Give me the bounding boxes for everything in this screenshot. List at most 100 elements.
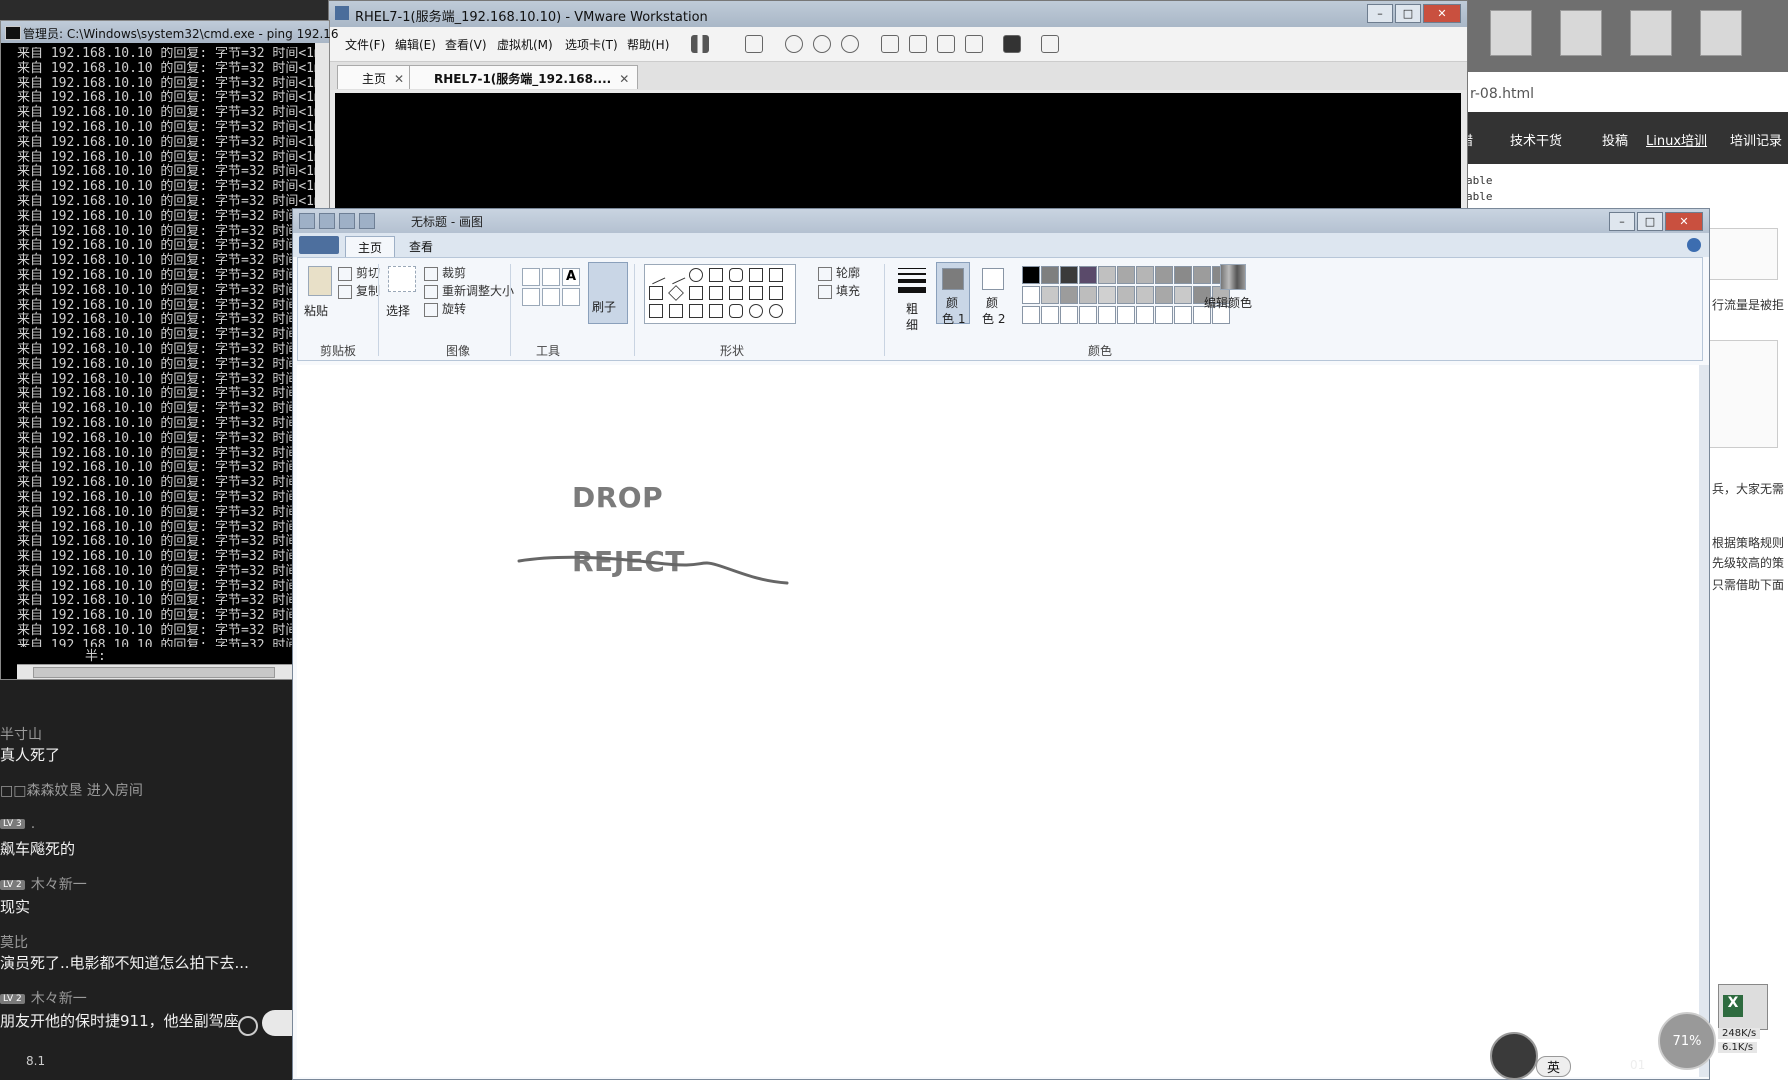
- nav-item[interactable]: 投稿: [1602, 130, 1628, 149]
- resize-button[interactable]: 重新调整大小: [424, 282, 514, 299]
- left-arrow-shape-icon[interactable]: [749, 286, 763, 300]
- right-arrow-shape-icon[interactable]: [729, 286, 743, 300]
- stretch-icon[interactable]: [1041, 35, 1059, 53]
- library-icon[interactable]: [881, 35, 899, 53]
- vertical-scrollbar[interactable]: [1699, 365, 1709, 1077]
- tab-home[interactable]: 主页 ✕: [337, 65, 414, 89]
- close-icon[interactable]: ✕: [619, 72, 629, 86]
- custom-color-swatch[interactable]: [1079, 306, 1097, 324]
- palette-color-swatch[interactable]: [1041, 286, 1059, 304]
- palette-color-swatch[interactable]: [1117, 286, 1135, 304]
- clipboard-icon[interactable]: [308, 266, 332, 296]
- ime-indicator[interactable]: 英: [1536, 1056, 1572, 1077]
- pause-icon[interactable]: [691, 35, 709, 53]
- desktop-file-icon[interactable]: [1630, 10, 1672, 56]
- redo-icon[interactable]: [359, 213, 375, 229]
- palette-color-swatch[interactable]: [1174, 266, 1192, 284]
- palette-color-swatch[interactable]: [1079, 266, 1097, 284]
- menu-tabs[interactable]: 选项卡(T): [565, 36, 618, 53]
- cloud-callout-shape-icon[interactable]: [769, 304, 783, 318]
- select-icon[interactable]: [388, 266, 416, 292]
- diamond-shape-icon[interactable]: [668, 285, 684, 301]
- emoji-icon[interactable]: [238, 1016, 258, 1036]
- palette-color-swatch[interactable]: [1060, 286, 1078, 304]
- chat-input[interactable]: [262, 1010, 296, 1036]
- oval-callout-shape-icon[interactable]: [749, 304, 763, 318]
- up-arrow-shape-icon[interactable]: [769, 286, 783, 300]
- network-meter[interactable]: 71%: [1658, 1012, 1716, 1070]
- tab-view[interactable]: 查看: [397, 236, 445, 257]
- minimize-button[interactable]: –: [1609, 212, 1635, 231]
- select-button[interactable]: 选择: [386, 302, 410, 319]
- revert-snapshot-icon[interactable]: [813, 35, 831, 53]
- send-keys-icon[interactable]: [745, 35, 763, 53]
- magnifier-icon[interactable]: [562, 288, 580, 306]
- cut-button[interactable]: 剪切: [338, 264, 380, 281]
- palette-color-swatch[interactable]: [1079, 286, 1097, 304]
- nav-item[interactable]: Linux培训: [1646, 130, 1707, 149]
- edit-colors-button[interactable]: 编辑颜色: [1204, 294, 1252, 311]
- paint-titlebar[interactable]: 无标题 - 画图 – □ ✕: [293, 209, 1709, 233]
- palette-color-swatch[interactable]: [1022, 286, 1040, 304]
- down-arrow-shape-icon[interactable]: [649, 304, 663, 318]
- curve-shape-icon[interactable]: [666, 265, 686, 285]
- palette-color-swatch[interactable]: [1193, 266, 1211, 284]
- four-point-star-shape-icon[interactable]: [669, 304, 683, 318]
- vm-console[interactable]: [335, 93, 1461, 209]
- undo-icon[interactable]: [339, 213, 355, 229]
- custom-color-swatch[interactable]: [1174, 306, 1192, 324]
- right-triangle-shape-icon[interactable]: [649, 286, 663, 300]
- console-icon[interactable]: [1003, 35, 1021, 53]
- pentagon-shape-icon[interactable]: [689, 286, 703, 300]
- menu-help[interactable]: 帮助(H): [627, 36, 669, 53]
- palette-color-swatch[interactable]: [1117, 266, 1135, 284]
- palette-color-swatch[interactable]: [1155, 286, 1173, 304]
- custom-color-swatch[interactable]: [1155, 306, 1173, 324]
- fill-button[interactable]: 填充: [818, 282, 860, 299]
- pencil-icon[interactable]: [522, 268, 540, 286]
- unity-icon[interactable]: [965, 35, 983, 53]
- outline-button[interactable]: 轮廓: [818, 264, 860, 281]
- copy-button[interactable]: 复制: [338, 282, 380, 299]
- tab-vm[interactable]: RHEL7-1(服务端_192.168.... ✕: [409, 65, 639, 89]
- snapshot-manager-icon[interactable]: [841, 35, 859, 53]
- fill-bucket-icon[interactable]: [542, 268, 560, 286]
- save-icon[interactable]: [319, 213, 335, 229]
- nav-item[interactable]: 培训记录: [1730, 130, 1782, 149]
- palette-color-swatch[interactable]: [1098, 266, 1116, 284]
- menu-file[interactable]: 文件(F): [345, 36, 385, 53]
- snapshot-icon[interactable]: [785, 35, 803, 53]
- custom-color-swatch[interactable]: [1117, 306, 1135, 324]
- palette-color-swatch[interactable]: [1136, 286, 1154, 304]
- desktop-file-icon[interactable]: [1700, 10, 1742, 56]
- polygon-shape-icon[interactable]: [749, 268, 763, 282]
- paste-button[interactable]: 粘贴: [304, 302, 328, 319]
- palette-color-swatch[interactable]: [1098, 286, 1116, 304]
- tab-home[interactable]: 主页: [345, 236, 396, 257]
- maximize-button[interactable]: □: [1395, 4, 1421, 23]
- crop-button[interactable]: 裁剪: [424, 264, 466, 281]
- color-picker-icon[interactable]: [542, 288, 560, 306]
- palette-color-swatch[interactable]: [1174, 286, 1192, 304]
- maximize-button[interactable]: □: [1637, 212, 1663, 231]
- five-point-star-shape-icon[interactable]: [689, 304, 703, 318]
- close-icon[interactable]: ✕: [394, 72, 404, 86]
- avatar[interactable]: [1490, 1032, 1538, 1080]
- palette-color-swatch[interactable]: [1136, 266, 1154, 284]
- horizontal-scrollbar[interactable]: [17, 664, 313, 679]
- eraser-icon[interactable]: [522, 288, 540, 306]
- custom-color-swatch[interactable]: [1098, 306, 1116, 324]
- fullscreen-icon[interactable]: [937, 35, 955, 53]
- edit-colors-icon[interactable]: [1220, 264, 1246, 290]
- thumbnail-icon[interactable]: [909, 35, 927, 53]
- nav-item[interactable]: 技术干货: [1510, 130, 1562, 149]
- menu-vm[interactable]: 虚拟机(M): [497, 36, 553, 53]
- desktop-excel-icon[interactable]: [1560, 10, 1602, 56]
- triangle-shape-icon[interactable]: [769, 268, 783, 282]
- help-icon[interactable]: [1687, 238, 1701, 252]
- palette-color-swatch[interactable]: [1060, 266, 1078, 284]
- scrollbar-thumb[interactable]: [33, 667, 275, 678]
- custom-color-swatch[interactable]: [1136, 306, 1154, 324]
- color2-swatch[interactable]: [982, 268, 1004, 290]
- hexagon-shape-icon[interactable]: [709, 286, 723, 300]
